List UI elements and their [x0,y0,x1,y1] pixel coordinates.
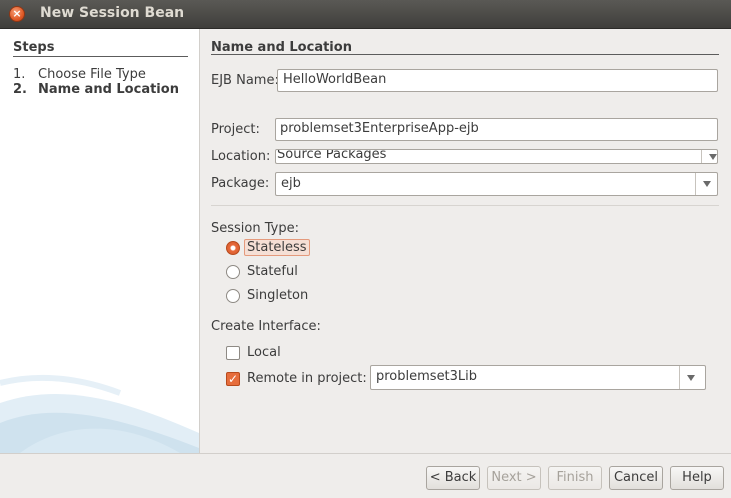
button-bar: < Back Next > Finish Cancel Help [0,453,731,498]
finish-label: Finish [556,470,594,485]
project-field: problemset3EnterpriseApp-ejb [275,118,718,141]
divider [211,205,719,206]
project-label: Project: [211,122,260,137]
remote-label[interactable]: Remote in project: [247,371,367,386]
cancel-label: Cancel [613,470,659,485]
cancel-button[interactable]: Cancel [609,466,663,490]
chevron-down-icon[interactable] [695,173,717,195]
location-label: Location: [211,149,271,164]
singleton-label[interactable]: Singleton [247,288,308,303]
location-select[interactable]: Source Packages [275,149,718,164]
stateless-radio[interactable] [226,241,240,255]
divider [211,54,719,55]
session-type-label: Session Type: [211,221,299,236]
dialog-body: Steps 1. Choose File Type 2. Name and Loca… [0,29,731,498]
back-label: < Back [429,470,477,485]
package-combo[interactable]: ejb [275,172,718,196]
location-value: Source Packages [277,149,387,162]
remote-checkbox[interactable]: ✓ [226,372,240,386]
local-label[interactable]: Local [247,345,281,360]
chevron-down-icon[interactable] [701,150,717,163]
help-label: Help [682,470,712,485]
local-checkbox[interactable] [226,346,240,360]
remote-project-value: problemset3Lib [376,369,478,384]
back-button[interactable]: < Back [426,466,480,490]
steps-panel: Steps 1. Choose File Type 2. Name and Loca… [0,29,200,453]
help-button[interactable]: Help [670,466,724,490]
package-label: Package: [211,176,270,191]
finish-button[interactable]: Finish [548,466,602,490]
netbeans-swoosh-graphic [0,374,199,453]
steps-title: Steps [13,40,55,55]
step-choose-file-type: 1. Choose File Type [13,67,146,82]
package-value: ejb [281,176,301,191]
create-interface-label: Create Interface: [211,319,321,334]
chevron-down-icon[interactable] [679,366,705,389]
ejb-name-label: EJB Name: [211,73,279,88]
next-button[interactable]: Next > [487,466,541,490]
step-name-and-location: 2. Name and Location [13,82,179,97]
ejb-name-input[interactable]: HelloWorldBean [277,69,718,92]
next-label: Next > [491,470,537,485]
step-label: Name and Location [38,82,179,97]
title-bar: × New Session Bean [0,0,731,29]
section-title: Name and Location [211,40,352,55]
step-label: Choose File Type [38,67,146,82]
divider [13,56,188,57]
step-number: 2. [13,82,27,97]
step-number: 1. [13,67,26,82]
stateful-label[interactable]: Stateful [247,264,298,279]
window-title: New Session Bean [40,5,185,21]
close-icon[interactable]: × [9,6,25,22]
stateful-radio[interactable] [226,265,240,279]
remote-project-combo[interactable]: problemset3Lib [370,365,706,390]
singleton-radio[interactable] [226,289,240,303]
stateless-label[interactable]: Stateless [244,239,310,256]
